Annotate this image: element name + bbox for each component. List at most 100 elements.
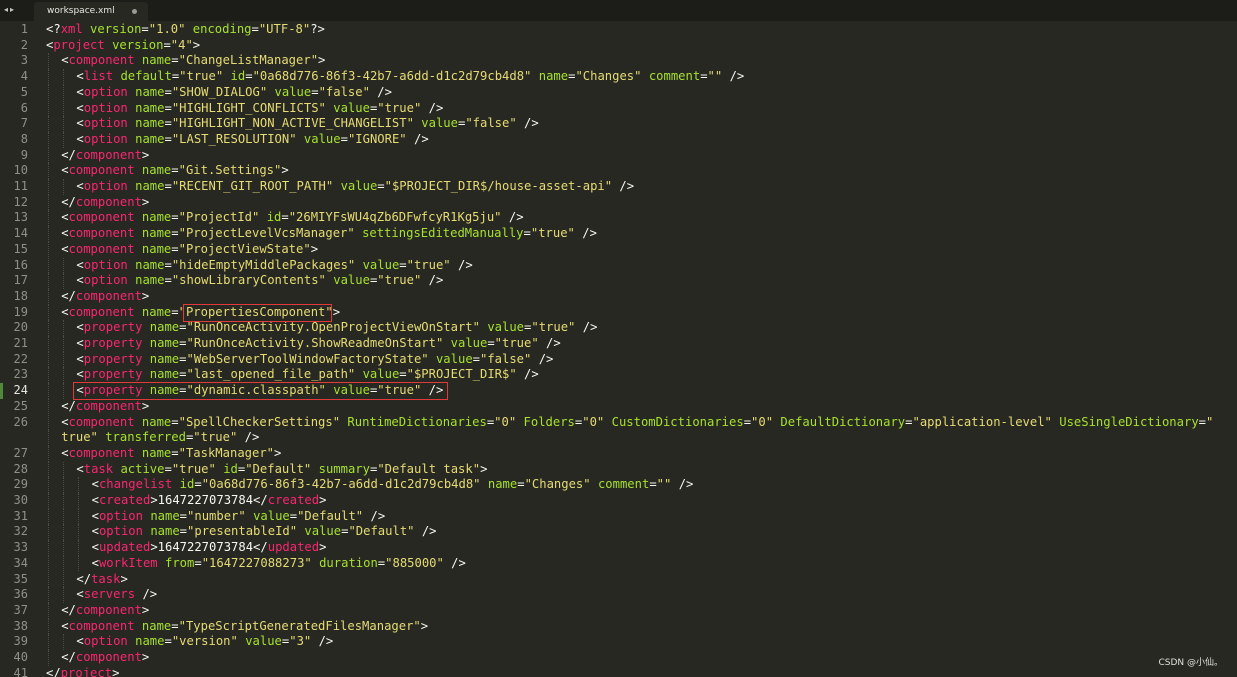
indent-guide — [48, 602, 49, 619]
token-pun: = — [164, 273, 172, 288]
token-pun: = — [171, 53, 179, 68]
indent-guide — [63, 116, 65, 132]
indent-guide — [78, 493, 80, 509]
token-attr: name — [135, 116, 165, 131]
token-pun: < — [91, 493, 99, 507]
line-number: 8 — [20, 131, 28, 146]
token-tag: servers — [83, 587, 136, 602]
line-number: 28 — [13, 461, 28, 476]
code-text[interactable]: <option name="presentableId" value="Defa… — [92, 524, 437, 540]
code-text[interactable]: <component name="ProjectId" id="26MIYFsW… — [61, 210, 523, 226]
token-attr: value — [333, 273, 370, 288]
token-pun: = — [517, 477, 525, 492]
tab-nav[interactable]: ◂▸ — [4, 0, 16, 21]
token-attr: name — [135, 100, 165, 115]
code-text[interactable]: <option name="HIGHLIGHT_CONFLICTS" value… — [76, 101, 443, 117]
forward-arrow-icon[interactable]: ▸ — [10, 5, 16, 14]
code-text[interactable]: <option name="version" value="3" /> — [76, 634, 333, 650]
code-text[interactable]: <property name="RunOnceActivity.OpenProj… — [76, 320, 597, 336]
indent-guide — [63, 493, 65, 509]
line-number: 13 — [13, 210, 28, 225]
token-str: "showLibraryContents" — [171, 273, 326, 288]
code-text[interactable]: <option name="SHOW_DIALOG" value="false"… — [76, 85, 392, 101]
token-attr: name — [538, 69, 569, 84]
code-text[interactable]: </component> — [61, 399, 149, 415]
code-text[interactable]: </component> — [61, 195, 149, 211]
code-text[interactable]: <created>1647227073784</created> — [92, 493, 327, 509]
code-line: 2 <project version="4"> — [0, 38, 1237, 54]
token-pun: > — [319, 493, 327, 507]
token-pun: </ — [61, 194, 76, 209]
code-text[interactable]: </task> — [76, 572, 127, 588]
code-text[interactable]: </project> — [46, 666, 119, 677]
token-str: "SpellCheckerSettings" — [178, 414, 341, 429]
line-number: 18 — [13, 288, 28, 303]
token-attr: summary — [318, 461, 370, 476]
code-text[interactable]: <workItem from="1647227088273" duration=… — [92, 556, 466, 572]
code-text[interactable]: <option name="HIGHLIGHT_NON_ACTIVE_CHANG… — [76, 116, 538, 132]
code-text[interactable]: </component> — [61, 650, 149, 666]
code-text[interactable]: <component name="ChangeListManager"> — [61, 53, 325, 69]
line-number: 21 — [13, 336, 28, 350]
token-pun: > — [420, 618, 429, 633]
line-number: 32 — [13, 524, 28, 539]
token-pun: = — [164, 634, 172, 649]
code-text[interactable]: <option name="hideEmptyMiddlePackages" v… — [76, 258, 472, 274]
indent-guide — [48, 131, 49, 148]
code-text[interactable]: <component name="Git.Settings"> — [61, 163, 289, 179]
token-pun: < — [76, 383, 84, 398]
token-pun: > — [141, 602, 150, 617]
code-text[interactable]: <component name="PropertiesComponent"> — [61, 305, 340, 321]
token-pun: = — [164, 116, 172, 131]
code-text[interactable]: <changelist id="0a68d776-86f3-42b7-a6dd-… — [92, 477, 694, 493]
code-text[interactable]: <option name="showLibraryContents" value… — [76, 273, 443, 289]
code-text[interactable]: <component name="ProjectViewState"> — [61, 242, 318, 258]
code-editor[interactable]: 1 <?xml version="1.0" encoding="UTF-8"?> 2… — [0, 21, 1237, 677]
code-text[interactable]: <updated>1647227073784</updated> — [92, 540, 327, 556]
code-text[interactable]: </component> — [61, 603, 149, 619]
code-text[interactable]: <project version="4"> — [46, 38, 200, 54]
token-attr: name — [149, 367, 180, 382]
unsaved-dot-icon[interactable] — [132, 9, 137, 14]
code-text[interactable]: <component name="TypeScriptGeneratedFile… — [61, 619, 428, 635]
code-text[interactable]: <servers /> — [76, 587, 157, 603]
token-attr: value — [487, 320, 525, 335]
code-text[interactable]: <option name="LAST_RESOLUTION" value="IG… — [76, 132, 428, 148]
tab-workspace-xml[interactable]: workspace.xml — [34, 2, 148, 21]
token-str: "TaskManager" — [178, 445, 275, 460]
token-str: "HIGHLIGHT_CONFLICTS" — [171, 100, 326, 115]
code-text[interactable]: <property name = "last_opened_file_path" v… — [76, 367, 538, 383]
code-text[interactable]: <?xml version="1.0" encoding="UTF-8"?> — [46, 22, 325, 38]
token-pun: /> — [501, 210, 524, 225]
code-text[interactable]: </component> — [61, 289, 149, 305]
code-text[interactable]: <property name = "RunOnceActivity.ShowRead… — [76, 336, 560, 352]
token-pun: > — [112, 665, 120, 677]
token-pun — [128, 101, 135, 115]
token-attr: value — [245, 634, 282, 649]
token-pun: < — [76, 179, 84, 193]
indent-guide — [48, 304, 49, 321]
token-pun — [591, 477, 598, 491]
code-text[interactable]: <property name="dynamic.classpath" value… — [76, 383, 443, 399]
token-str: "" — [656, 477, 672, 492]
token-pun — [355, 258, 362, 272]
code-text[interactable]: <task active="true" id="Default" summary… — [76, 462, 487, 478]
code-text[interactable]: <option name="RECENT_GIT_ROOT_PATH" valu… — [76, 179, 634, 195]
code-text[interactable]: </component> — [61, 148, 149, 164]
code-text[interactable]: <property name = "WebServerToolWindowFacto… — [76, 352, 553, 368]
indent-guide — [48, 163, 49, 179]
code-text[interactable]: <component name="ProjectLevelVcsManager"… — [61, 226, 597, 242]
code-text[interactable]: <option name="number" value="Default" /> — [92, 509, 386, 525]
token-str: "885000" — [385, 555, 444, 570]
token-pun: < — [91, 524, 99, 539]
token-str: "0" — [494, 414, 517, 429]
code-text[interactable]: true" transferred="true" /> — [61, 430, 259, 446]
code-text[interactable]: <component name="TaskManager"> — [61, 446, 281, 462]
code-text[interactable]: <list default="true" id="0a68d776-86f3-4… — [76, 69, 744, 85]
token-pun — [429, 352, 436, 366]
token-pun — [223, 69, 230, 83]
token-tag: component — [75, 288, 142, 303]
token-str: "" — [707, 69, 723, 84]
token-pun: = — [164, 257, 172, 272]
code-text[interactable]: <component name="SpellCheckerSettings" R… — [61, 415, 1213, 431]
